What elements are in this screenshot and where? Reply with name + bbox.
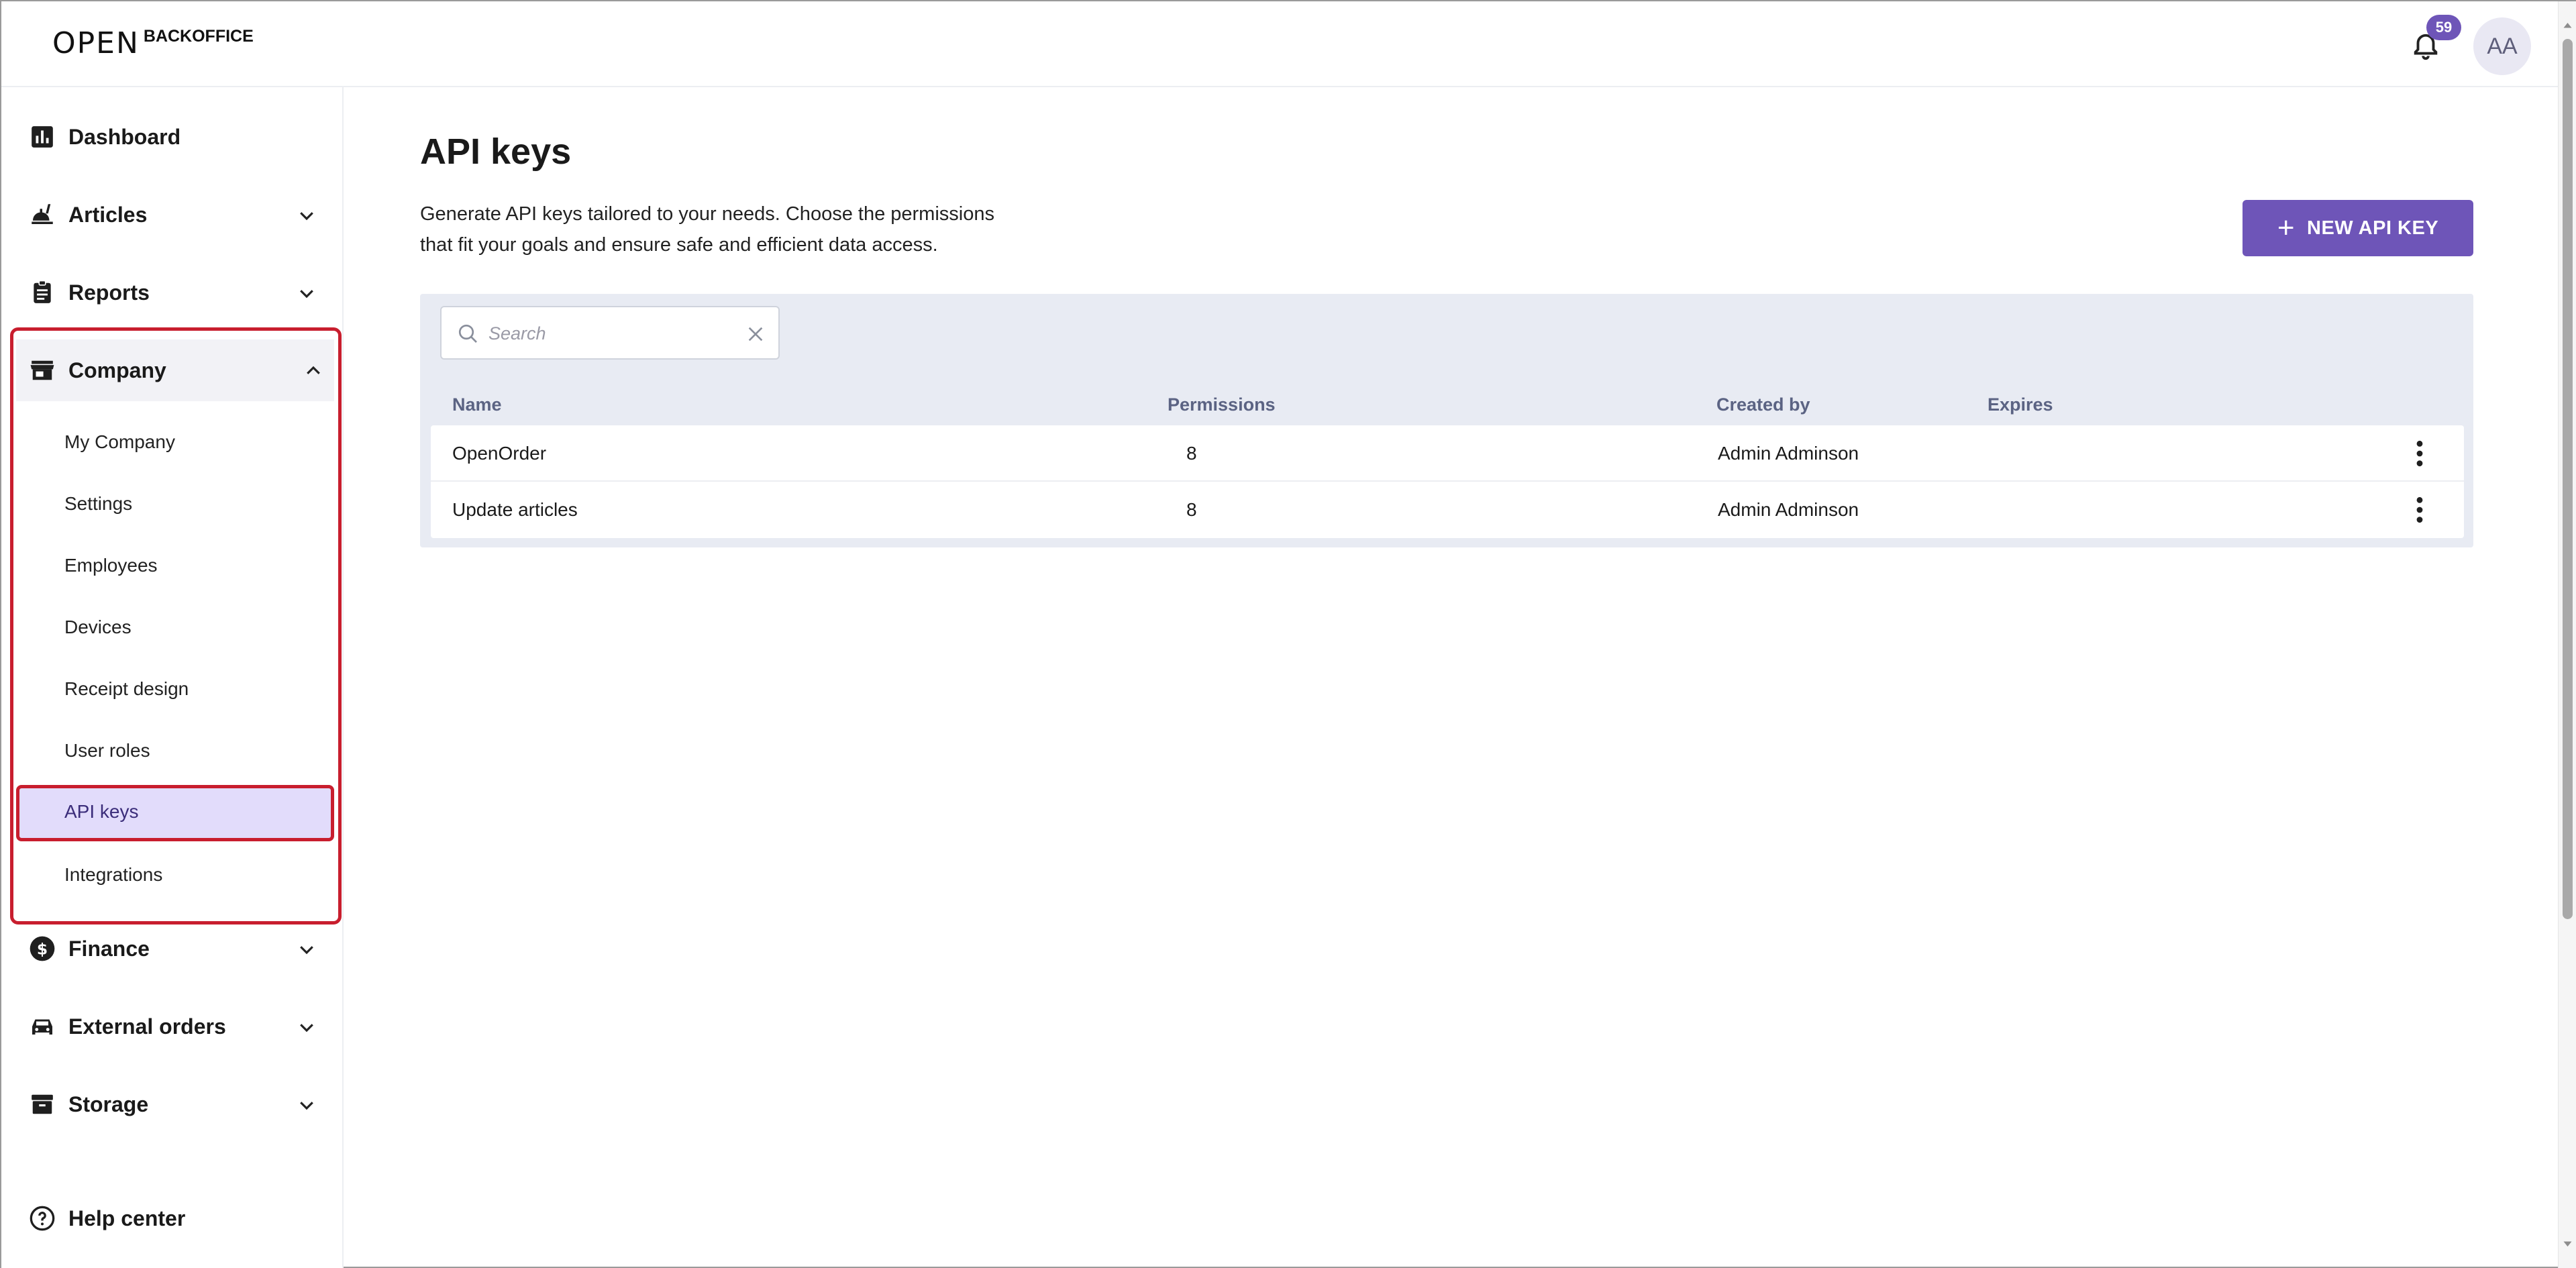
sidebar-item-help-center[interactable]: Help center (1, 1186, 342, 1251)
new-api-key-label: NEW API KEY (2307, 217, 2439, 239)
sidebar-item-label: External orders (68, 1014, 226, 1039)
chevron-down-icon (300, 290, 313, 299)
more-options-icon[interactable] (2413, 439, 2426, 468)
bar-chart-icon (28, 123, 56, 151)
column-header-created-by[interactable]: Created by (1716, 394, 1810, 415)
sidebar-subitem-devices[interactable]: Devices (1, 600, 342, 655)
avatar[interactable]: AA (2473, 17, 2531, 75)
column-header-expires[interactable]: Expires (1988, 394, 2053, 415)
sidebar-item-dashboard[interactable]: Dashboard (1, 105, 342, 169)
search-input[interactable] (488, 317, 730, 350)
cell-permissions: 8 (1186, 499, 1197, 520)
close-icon[interactable] (745, 323, 766, 345)
table-row[interactable]: Update articles 8 Admin Adminson (431, 482, 2464, 538)
sidebar-item-label: Company (68, 358, 166, 382)
api-keys-table: Name Permissions Created by Expires Open… (420, 294, 2473, 547)
logo[interactable]: OPEN BACKOFFICE (52, 27, 254, 58)
sidebar-subitem-my-company[interactable]: My Company (1, 415, 342, 470)
sidebar-subitem-employees[interactable]: Employees (1, 538, 342, 593)
sidebar-subitem-integrations[interactable]: Integrations (1, 847, 342, 902)
logo-text: BACKOFFICE (143, 27, 254, 46)
new-api-key-button[interactable]: + NEW API KEY (2243, 200, 2473, 256)
archive-icon (28, 1090, 56, 1118)
main-content: API keys Generate API keys tailored to y… (345, 87, 2558, 1268)
sidebar-item-label: Dashboard (68, 124, 181, 149)
search-icon (458, 324, 477, 343)
cell-name: OpenOrder (452, 443, 547, 464)
sidebar-item-finance[interactable]: $ Finance (1, 916, 342, 981)
help-icon (28, 1204, 56, 1232)
vertical-scrollbar[interactable] (2558, 1, 2576, 1268)
sidebar-item-label: Help center (68, 1206, 186, 1230)
cell-created-by: Admin Adminson (1718, 499, 1859, 520)
chevron-down-icon (300, 946, 313, 955)
sidebar-item-external-orders[interactable]: External orders (1, 994, 342, 1059)
chevron-down-icon (300, 1102, 313, 1110)
chevron-down-icon (300, 1024, 313, 1033)
page-title: API keys (420, 131, 572, 172)
svg-text:$: $ (37, 939, 48, 958)
column-header-name[interactable]: Name (452, 394, 502, 415)
sidebar-item-storage[interactable]: Storage (1, 1072, 342, 1137)
more-options-icon[interactable] (2413, 495, 2426, 525)
plus-icon: + (2277, 211, 2296, 244)
column-header-permissions[interactable]: Permissions (1168, 394, 1276, 415)
top-bar: OPEN BACKOFFICE 59 AA (1, 1, 2558, 87)
scroll-down-icon[interactable] (2563, 1240, 2573, 1249)
store-icon (28, 356, 56, 384)
sidebar: Dashboard Articles Reports Company My Co… (1, 87, 344, 1268)
sidebar-item-label: Reports (68, 280, 150, 305)
scroll-up-icon[interactable] (2563, 20, 2573, 30)
sidebar-item-label: Articles (68, 202, 148, 227)
sidebar-item-label: Finance (68, 936, 150, 961)
clipboard-icon (28, 278, 56, 307)
page-description: Generate API keys tailored to your needs… (420, 203, 994, 256)
logo-mark: OPEN (52, 26, 140, 60)
scrollbar-thumb[interactable] (2563, 39, 2573, 919)
search-box (440, 306, 780, 360)
sidebar-item-reports[interactable]: Reports (1, 260, 342, 325)
sidebar-item-articles[interactable]: Articles (1, 182, 342, 247)
chevron-down-icon (300, 212, 313, 221)
sidebar-subitem-receipt-design[interactable]: Receipt design (1, 662, 342, 717)
sidebar-subitem-api-keys-label: API keys (64, 801, 139, 822)
chevron-up-icon (307, 366, 320, 374)
sidebar-subitem-user-roles[interactable]: User roles (1, 723, 342, 778)
table-body: OpenOrder 8 Admin Adminson Update articl… (431, 425, 2464, 538)
cell-created-by: Admin Adminson (1718, 443, 1859, 464)
car-icon (28, 1012, 56, 1041)
cell-name: Update articles (452, 499, 578, 520)
sidebar-item-label: Storage (68, 1092, 149, 1116)
cell-permissions: 8 (1186, 443, 1197, 464)
sidebar-subitem-settings[interactable]: Settings (1, 476, 342, 531)
sidebar-item-company[interactable]: Company (16, 339, 334, 401)
food-icon (28, 201, 56, 229)
dollar-icon: $ (28, 935, 56, 963)
notification-badge: 59 (2426, 15, 2461, 40)
app-window: OPEN BACKOFFICE 59 AA Dashboard Articles (0, 0, 2576, 1268)
table-row[interactable]: OpenOrder 8 Admin Adminson (431, 425, 2464, 482)
